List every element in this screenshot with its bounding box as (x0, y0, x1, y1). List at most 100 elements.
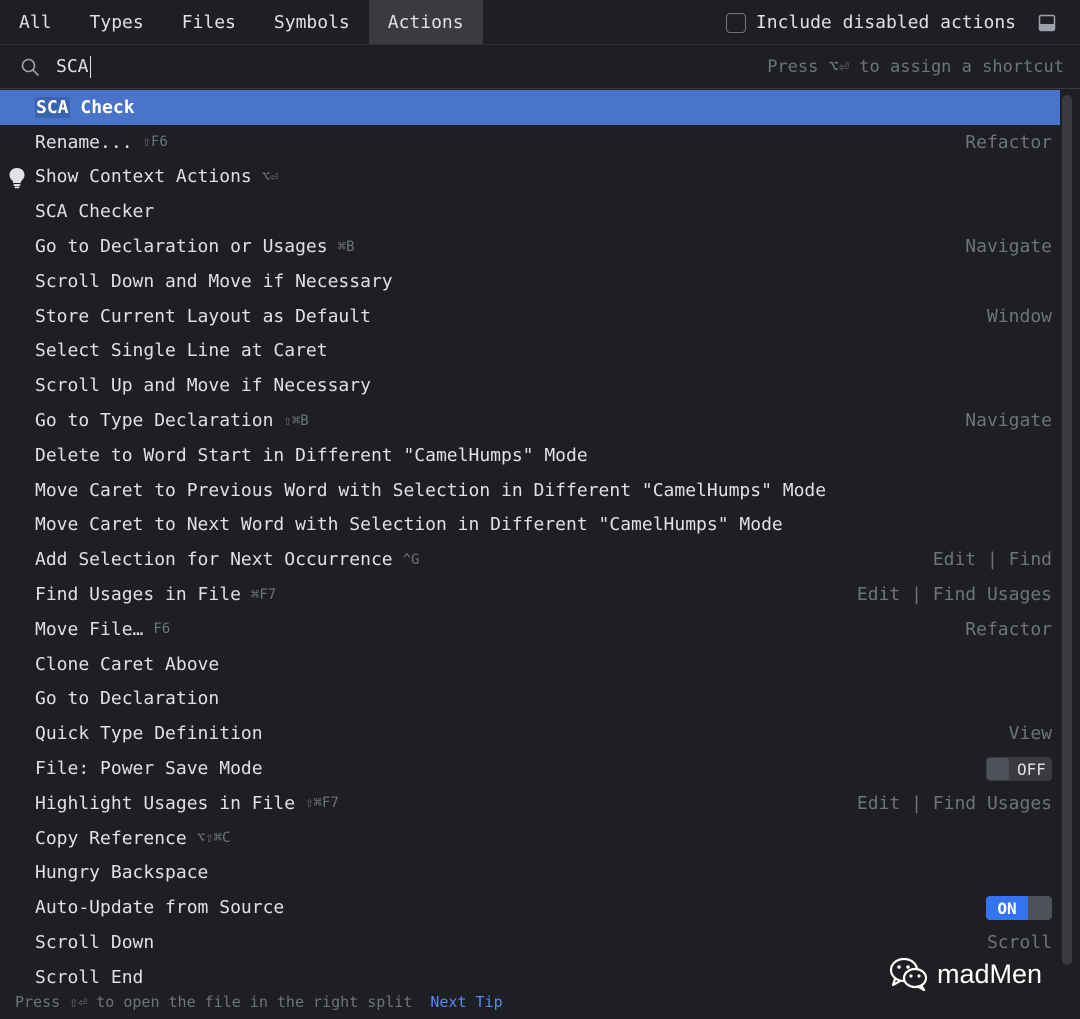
search-icon (20, 57, 40, 77)
action-name: Add Selection for Next Occurrence (35, 549, 393, 571)
action-group: Navigate (965, 410, 1052, 432)
action-name: Scroll End (35, 966, 144, 988)
list-item[interactable]: Rename... ⇧F6 Refactor (0, 125, 1060, 160)
match-highlight: SCA (35, 96, 70, 118)
action-name: Go to Declaration (35, 688, 220, 710)
list-item[interactable]: Add Selection for Next Occurrence ^G Edit … (0, 542, 1060, 577)
shortcut-hint: ⌥⇧⌘C (196, 830, 231, 847)
tab-all[interactable]: All (0, 0, 71, 44)
list-item[interactable]: Go to Declaration (0, 682, 1060, 717)
action-group: Window (986, 305, 1052, 327)
list-item[interactable]: Auto-Update from Source ON (0, 890, 1060, 925)
shortcut-hint: ^G (402, 551, 420, 568)
tabbar-right: Include disabled actions (725, 0, 1080, 45)
action-group: Refactor (965, 618, 1052, 640)
action-group: Edit | Find Usages (856, 792, 1052, 814)
action-name: SCA Checker (35, 201, 155, 223)
tab-bar: All Types Files Symbols Actions Include … (0, 0, 1080, 45)
list-item[interactable]: Move File… F6 Refactor (0, 612, 1060, 647)
action-name: Scroll Down and Move if Necessary (35, 270, 393, 292)
toggle-label: OFF (1017, 759, 1046, 779)
action-group: Refactor (965, 131, 1052, 153)
action-results-list: SCA Check Rename... ⇧F6 Refactor Show Contex… (0, 90, 1060, 995)
list-item[interactable]: File: Power Save Mode OFF (0, 751, 1060, 786)
tab-files[interactable]: Files (163, 0, 255, 44)
action-name: Move Caret to Next Word with Selection i… (35, 514, 783, 536)
action-name: Rename... (35, 131, 133, 153)
action-name-rest: Check (69, 96, 135, 118)
action-name: Show Context Actions (35, 166, 252, 188)
watermark: madMen (889, 957, 1042, 991)
watermark-text: madMen (936, 958, 1042, 989)
toggle-switch[interactable]: OFF (986, 757, 1052, 782)
action-name: Go to Type Declaration (35, 410, 274, 432)
scrollbar[interactable] (1062, 95, 1072, 965)
list-item[interactable]: Go to Type Declaration ⇧⌘B Navigate (0, 403, 1060, 438)
list-item[interactable]: Highlight Usages in File ⇧⌘F7 Edit | Find … (0, 786, 1060, 821)
action-name: Scroll Down (35, 932, 155, 954)
action-name: Find Usages in File (35, 584, 241, 606)
action-name: Select Single Line at Caret (35, 340, 328, 362)
toggle-knob (987, 758, 1009, 781)
list-item[interactable]: Move Caret to Next Word with Selection i… (0, 508, 1060, 543)
list-item[interactable]: Store Current Layout as Default Window (0, 299, 1060, 334)
action-name: Highlight Usages in File (35, 792, 296, 814)
list-item[interactable]: Show Context Actions ⌥⏎ (0, 160, 1060, 195)
action-name: File: Power Save Mode (35, 758, 263, 780)
action-group: Navigate (965, 236, 1052, 258)
list-item[interactable]: Copy Reference ⌥⇧⌘C (0, 821, 1060, 856)
action-name: Hungry Backspace (35, 862, 209, 884)
action-name: SCA Check (35, 96, 135, 118)
action-name: Go to Declaration or Usages (35, 236, 328, 258)
action-group: Edit | Find Usages (856, 584, 1052, 606)
list-item[interactable]: SCA Checker (0, 194, 1060, 229)
toggle-label: ON (986, 896, 1028, 921)
list-item[interactable]: Find Usages in File ⌘F7 Edit | Find Usages (0, 577, 1060, 612)
list-item[interactable]: Move Caret to Previous Word with Selecti… (0, 473, 1060, 508)
tab-symbols[interactable]: Symbols (255, 0, 369, 44)
next-tip-link[interactable]: Next Tip (430, 993, 502, 1011)
list-item[interactable]: SCA Check (0, 90, 1060, 125)
list-item[interactable]: Scroll Down and Move if Necessary (0, 264, 1060, 299)
action-name: Move File… (35, 618, 144, 640)
footer-hint: Press ⇧⏎ to open the file in the right s… (15, 993, 413, 1011)
tab-types[interactable]: Types (71, 0, 163, 44)
action-name: Copy Reference (35, 827, 187, 849)
text-caret (89, 55, 92, 78)
search-hint: Press ⌥⏎ to assign a shortcut (767, 57, 1064, 77)
list-item[interactable]: Select Single Line at Caret (0, 334, 1060, 369)
list-item[interactable]: Scroll Up and Move if Necessary (0, 368, 1060, 403)
list-item[interactable]: Clone Caret Above (0, 647, 1060, 682)
list-item[interactable]: Delete to Word Start in Different "Camel… (0, 438, 1060, 473)
include-disabled-checkbox[interactable] (725, 12, 746, 33)
open-in-tool-window-icon[interactable] (1038, 14, 1056, 32)
action-name: Quick Type Definition (35, 723, 263, 745)
search-bar: SCA Press ⌥⏎ to assign a shortcut (0, 45, 1080, 89)
footer: Press ⇧⏎ to open the file in the right s… (15, 993, 503, 1011)
tab-actions[interactable]: Actions (368, 0, 483, 44)
action-name: Clone Caret Above (35, 653, 220, 675)
action-name: Delete to Word Start in Different "Camel… (35, 444, 588, 466)
list-item[interactable]: Scroll Down Scroll (0, 925, 1060, 960)
search-input[interactable]: SCA (56, 55, 92, 78)
shortcut-hint: F6 (153, 621, 171, 638)
list-item[interactable]: Hungry Backspace (0, 856, 1060, 891)
include-disabled-label: Include disabled actions (755, 12, 1016, 33)
shortcut-hint: ⌘B (337, 238, 355, 255)
action-name: Store Current Layout as Default (35, 305, 371, 327)
action-group: View (1008, 723, 1052, 745)
list-item[interactable]: Quick Type Definition View (0, 716, 1060, 751)
toggle-switch[interactable]: ON (986, 896, 1052, 921)
shortcut-hint: ⇧⌘B (283, 412, 309, 429)
shortcut-hint: ⌘F7 (250, 586, 277, 603)
action-name: Move Caret to Previous Word with Selecti… (35, 479, 827, 501)
action-name: Auto-Update from Source (35, 897, 285, 919)
action-group: Scroll (986, 932, 1052, 954)
lightbulb-icon (9, 167, 25, 188)
action-group: Edit | Find (932, 549, 1052, 571)
shortcut-hint: ⇧⌘F7 (305, 795, 339, 812)
list-item[interactable]: Go to Declaration or Usages ⌘B Navigate (0, 229, 1060, 264)
action-name: Scroll Up and Move if Necessary (35, 375, 371, 397)
shortcut-hint: ⌥⏎ (261, 168, 279, 185)
shortcut-hint: ⇧F6 (142, 134, 168, 151)
